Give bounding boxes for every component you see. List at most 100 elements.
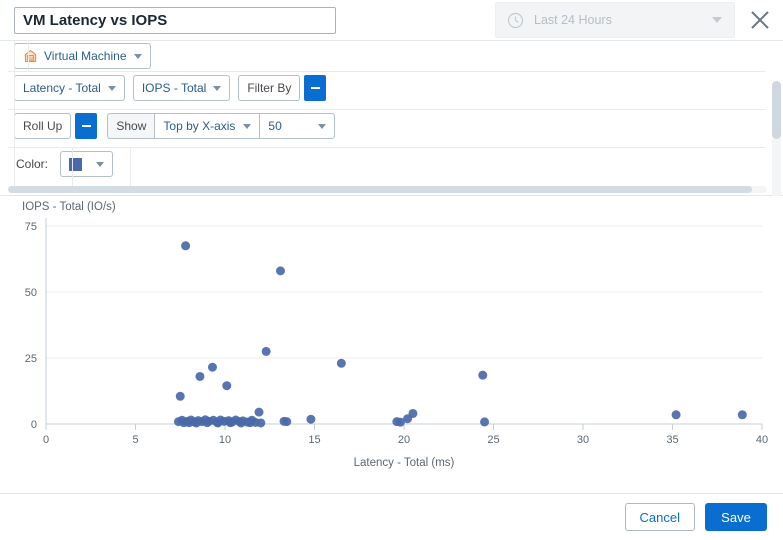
scatter-point[interactable]	[336, 358, 346, 368]
show-mode-dropdown[interactable]: Top by X-axis	[154, 113, 260, 139]
scatter-point[interactable]	[195, 371, 205, 381]
scatter-point[interactable]	[175, 391, 185, 401]
x-tick-label: 10	[219, 434, 231, 446]
chevron-down-icon	[243, 123, 252, 129]
time-range-selector[interactable]: Last 24 Hours	[495, 2, 735, 38]
scatter-point[interactable]	[282, 417, 292, 427]
scatter-point[interactable]	[254, 407, 264, 417]
minus-icon	[81, 125, 91, 127]
panel-rule	[8, 109, 765, 110]
chevron-down-icon	[318, 123, 327, 129]
filter-by-label: Filter By	[247, 81, 292, 95]
scatter-point[interactable]	[222, 381, 232, 391]
time-range-label: Last 24 Hours	[534, 13, 612, 27]
title-field-wrapper	[0, 6, 336, 34]
y-metric-label: IOPS - Total	[141, 81, 207, 95]
config-rows: VM Virtual Machine Latency - Total IOPS …	[0, 41, 783, 183]
show-label-text: Show	[116, 119, 147, 133]
x-tick-label: 30	[577, 434, 589, 446]
scatter-point[interactable]	[213, 418, 223, 428]
x-metric-dropdown[interactable]: Latency - Total	[14, 75, 125, 101]
scatter-point[interactable]	[275, 266, 285, 276]
config-row-rollup-show: Roll Up Show Top by X-axis 50	[8, 107, 783, 145]
config-row-metrics: Latency - Total IOPS - Total Filter By	[8, 69, 783, 107]
panel-rule	[28, 41, 29, 71]
scatter-point[interactable]	[179, 418, 189, 428]
scatter-chart: IOPS - Total (IO/s) 0 25 50 75 0 5 10 15 20 25 30 35…	[0, 196, 783, 496]
dialog-header: Last 24 Hours	[0, 0, 783, 41]
config-row-color: Color:	[8, 145, 783, 183]
virtual-machine-icon: VM	[23, 49, 38, 64]
y-metric-dropdown[interactable]: IOPS - Total	[132, 75, 231, 101]
panel-rule	[130, 147, 131, 187]
scatter-point[interactable]	[306, 414, 316, 424]
chevron-down-icon	[712, 17, 722, 23]
x-tick-label: 40	[756, 434, 768, 446]
save-button[interactable]: Save	[705, 503, 767, 531]
cancel-button[interactable]: Cancel	[624, 503, 695, 531]
minus-icon	[310, 87, 320, 89]
scatter-point[interactable]	[207, 362, 217, 372]
chevron-down-icon	[107, 85, 116, 91]
scatter-point[interactable]	[261, 346, 271, 356]
scatter-point[interactable]	[191, 418, 201, 428]
config-row-object-type: VM Virtual Machine	[8, 41, 783, 69]
close-icon	[749, 9, 771, 31]
color-picker-dropdown[interactable]	[60, 151, 114, 177]
chart-canvas: IOPS - Total (IO/s) 0 25 50 75 0 5 10 15 20 25 30 35…	[22, 201, 768, 469]
y-tick-label: 25	[25, 353, 37, 365]
config-panel-horizontal-scrollbar[interactable]	[8, 186, 767, 193]
chevron-down-icon	[133, 53, 142, 59]
scatter-point[interactable]	[245, 418, 255, 428]
add-rollup-button[interactable]	[75, 113, 98, 139]
x-tick-label: 5	[132, 434, 138, 446]
show-control-group: Show Top by X-axis 50	[107, 113, 336, 139]
scrollbar-thumb[interactable]	[772, 81, 781, 139]
object-type-dropdown[interactable]: VM Virtual Machine	[14, 43, 151, 69]
roll-up-label: Roll Up	[23, 119, 63, 133]
scatter-point[interactable]	[202, 418, 212, 428]
y-tick-label: 0	[31, 419, 37, 431]
scatter-point[interactable]	[480, 417, 490, 427]
x-tick-label: 35	[666, 434, 678, 446]
panel-rule	[72, 147, 73, 187]
panel-rule	[8, 71, 765, 72]
chevron-down-icon	[213, 85, 222, 91]
x-axis-title: Latency - Total (ms)	[354, 457, 455, 469]
scatter-point[interactable]	[181, 241, 191, 251]
show-mode-label: Top by X-axis	[163, 119, 236, 133]
object-type-label: Virtual Machine	[44, 49, 127, 63]
x-tick-label: 0	[43, 434, 49, 446]
filter-by-label-button[interactable]: Filter By	[238, 75, 301, 101]
chevron-down-icon	[96, 161, 105, 167]
y-tick-label: 50	[25, 287, 37, 299]
widget-title-input[interactable]	[14, 6, 336, 34]
scrollbar-thumb[interactable]	[8, 186, 752, 193]
color-swatch	[69, 157, 83, 171]
scatter-point[interactable]	[395, 417, 405, 427]
color-label: Color:	[16, 157, 49, 171]
y-axis-title: IOPS - Total (IO/s)	[22, 201, 116, 213]
x-metric-label: Latency - Total	[23, 81, 101, 95]
chart-config-panel: VM Virtual Machine Latency - Total IOPS …	[0, 41, 783, 219]
scatter-point[interactable]	[671, 410, 681, 420]
dialog-footer: Cancel Save	[0, 493, 783, 540]
show-count-label: 50	[268, 119, 282, 133]
roll-up-label-button[interactable]: Roll Up	[14, 113, 72, 139]
scatter-point[interactable]	[236, 418, 246, 428]
x-tick-label: 25	[487, 434, 499, 446]
clock-icon	[507, 12, 524, 29]
x-tick-label: 20	[398, 434, 410, 446]
scatter-point[interactable]	[225, 418, 235, 428]
show-label: Show	[107, 113, 155, 139]
panel-rule	[14, 41, 15, 187]
x-tick-label: 15	[308, 434, 320, 446]
y-tick-label: 75	[25, 221, 37, 233]
add-filter-button[interactable]	[304, 75, 327, 101]
close-button[interactable]	[737, 0, 783, 40]
scatter-point[interactable]	[478, 370, 488, 380]
panel-rule	[8, 147, 765, 148]
show-count-dropdown[interactable]: 50	[259, 113, 336, 139]
scatter-point[interactable]	[737, 410, 747, 420]
scatter-point[interactable]	[256, 418, 266, 428]
